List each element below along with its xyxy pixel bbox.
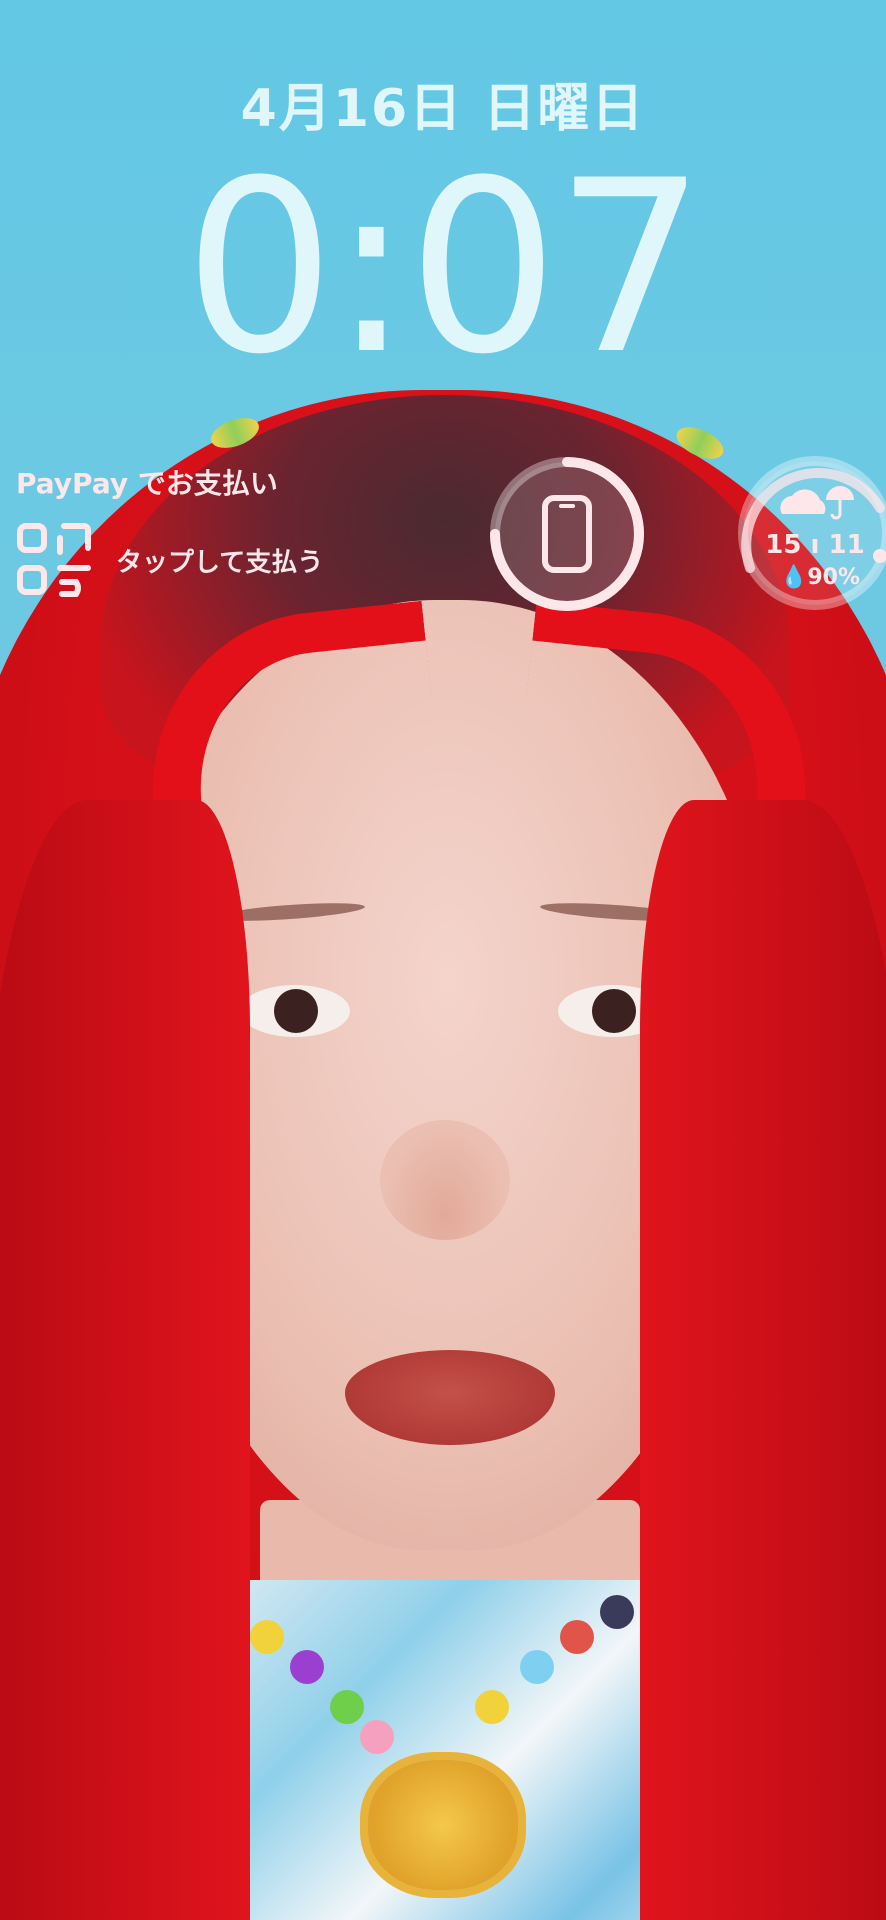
weather-temps: 15 ı 11 <box>765 530 865 560</box>
necklace-bead <box>290 1650 324 1684</box>
paypay-title: PayPay でお支払い <box>16 467 278 500</box>
weather-rain-chance: 💧90% <box>779 565 861 590</box>
nose <box>380 1120 510 1240</box>
necklace-bead <box>250 1620 284 1654</box>
qr-code-icon <box>17 523 91 597</box>
paypay-widget[interactable]: PayPay でお支払い タップして支払う <box>16 462 376 602</box>
weather-widget[interactable]: 15 ı 11 💧90% <box>730 448 886 618</box>
paypay-action: タップして支払う <box>116 547 324 578</box>
necklace-bead <box>600 1595 634 1629</box>
necklace-pendant <box>368 1760 518 1890</box>
hair-side-left <box>0 800 250 1920</box>
necklace-bead <box>475 1690 509 1724</box>
weather-rain-value: 90% <box>807 565 861 590</box>
necklace-bead <box>360 1720 394 1754</box>
necklace-bead <box>560 1620 594 1654</box>
necklace-bead <box>330 1690 364 1724</box>
hair-side-right <box>640 800 886 1920</box>
lock-time: 0:07 <box>183 130 706 407</box>
necklace-bead <box>520 1650 554 1684</box>
battery-widget[interactable] <box>487 454 647 614</box>
eye-left <box>240 985 350 1037</box>
